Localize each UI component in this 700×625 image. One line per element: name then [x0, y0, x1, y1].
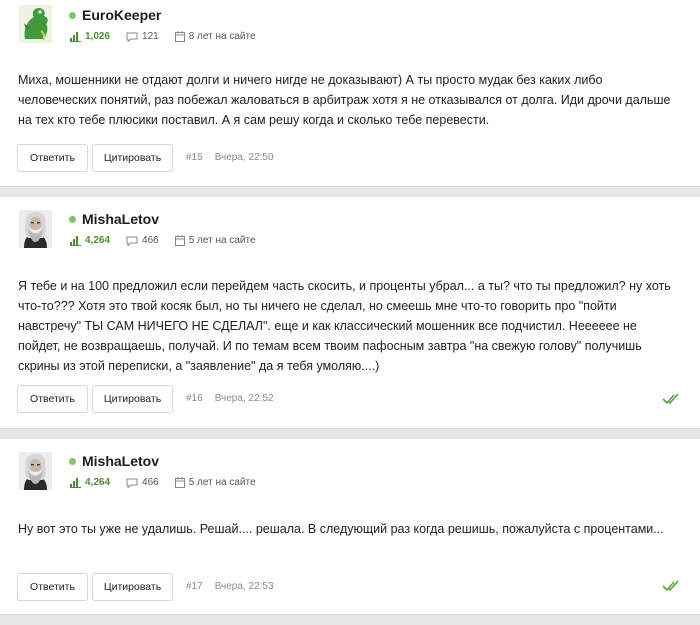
post-separator [0, 614, 700, 625]
user-stats: 1,026 121 8 лет на сайте [70, 31, 272, 42]
post-time: Вчера, 22:50 [214, 152, 274, 163]
double-check-icon [662, 580, 679, 592]
comments-count: 466 [142, 235, 159, 246]
comment-icon [126, 236, 138, 246]
rating-value: 4,264 [85, 235, 111, 246]
post-16: MishaLetov 4,264 466 5 лет на сайте Я те… [0, 197, 700, 428]
comments-count: 466 [142, 477, 159, 488]
quote-button[interactable]: Цитировать [92, 144, 173, 172]
comment-icon [126, 478, 138, 488]
comments-stat: 466 [126, 235, 159, 246]
post-message: Миха, мошенники не отдают долги и ничего… [18, 73, 671, 127]
post-15: EuroKeeper 1,026 121 8 лет на сайте Миха… [0, 0, 700, 186]
quote-button[interactable]: Цитировать [92, 385, 173, 413]
membership-stat: 5 лет на сайте [174, 235, 256, 246]
reply-button[interactable]: Ответить [17, 385, 88, 413]
post-17: MishaLetov 4,264 466 5 лет на сайте Ну в… [0, 439, 700, 614]
rating-bars-icon [70, 477, 81, 488]
post-meta: #16 Вчера, 22:52 [186, 393, 286, 404]
comment-icon [126, 32, 138, 42]
rating-stat: 4,264 [70, 235, 110, 246]
post-time: Вчера, 22:52 [214, 393, 274, 404]
calendar-icon [174, 235, 185, 246]
post-number[interactable]: #15 [186, 152, 203, 163]
online-indicator [69, 12, 76, 19]
avatar-mishaletov[interactable] [19, 210, 52, 248]
rating-stat: 4,264 [70, 477, 110, 488]
on-site-duration: 5 лет на сайте [188, 235, 256, 246]
comments-count: 121 [142, 31, 159, 42]
reply-button[interactable]: Ответить [17, 144, 88, 172]
post-message: Ну вот это ты уже не удалишь. Решай.... … [18, 522, 664, 536]
rating-stat: 1,026 [70, 31, 110, 42]
rating-value: 4,264 [85, 477, 111, 488]
post-separator [0, 428, 700, 439]
post-number[interactable]: #17 [186, 581, 203, 592]
quote-button[interactable]: Цитировать [92, 573, 173, 601]
calendar-icon [174, 31, 185, 42]
post-separator [0, 186, 700, 197]
post-meta: #15 Вчера, 22:50 [186, 152, 286, 163]
post-time: Вчера, 22:53 [214, 581, 274, 592]
online-indicator [69, 216, 76, 223]
reply-button[interactable]: Ответить [17, 573, 88, 601]
rating-value: 1,026 [85, 31, 111, 42]
on-site-duration: 8 лет на сайте [188, 31, 256, 42]
user-stats: 4,264 466 5 лет на сайте [70, 235, 272, 246]
membership-stat: 5 лет на сайте [174, 477, 256, 488]
username[interactable]: MishaLetov [82, 453, 159, 469]
user-stats: 4,264 466 5 лет на сайте [70, 477, 272, 488]
avatar-eurokeeper[interactable] [19, 5, 52, 43]
calendar-icon [174, 477, 185, 488]
online-indicator [69, 458, 76, 465]
double-check-icon [662, 393, 679, 405]
username[interactable]: EuroKeeper [82, 7, 161, 23]
comments-stat: 121 [126, 31, 159, 42]
membership-stat: 8 лет на сайте [174, 31, 256, 42]
avatar-mishaletov[interactable] [19, 452, 52, 490]
on-site-duration: 5 лет на сайте [188, 477, 256, 488]
post-message: Я тебе и на 100 предложил если перейдем … [18, 279, 671, 373]
post-number[interactable]: #16 [186, 393, 203, 404]
rating-bars-icon [70, 31, 81, 42]
username[interactable]: MishaLetov [82, 211, 159, 227]
post-meta: #17 Вчера, 22:53 [186, 581, 286, 592]
rating-bars-icon [70, 235, 81, 246]
comments-stat: 466 [126, 477, 159, 488]
